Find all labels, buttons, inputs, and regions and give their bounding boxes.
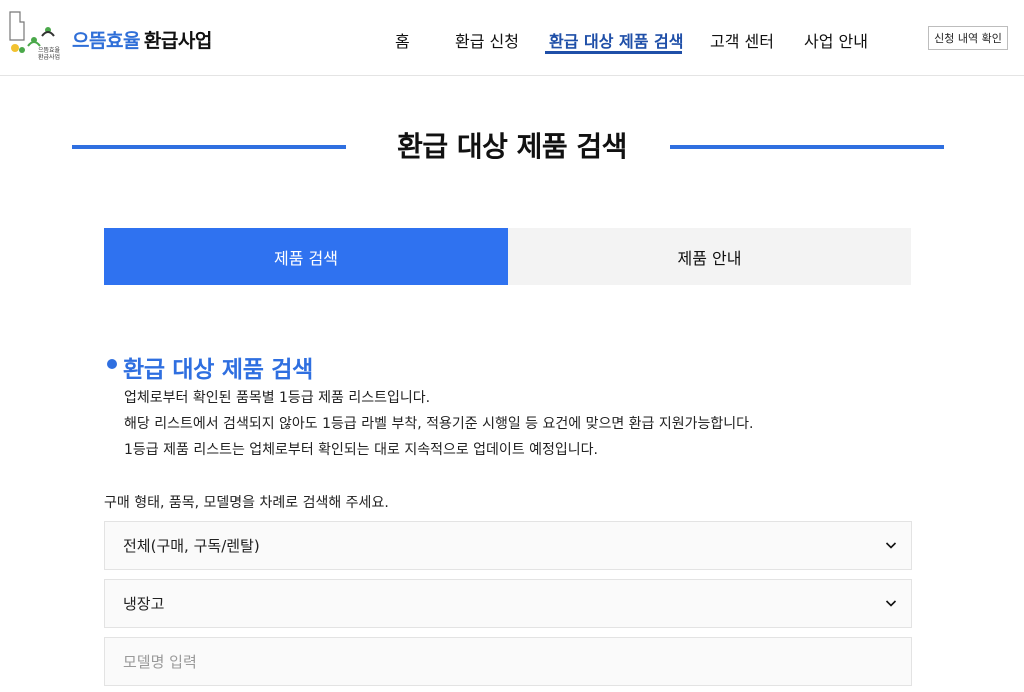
purchase-type-value: 전체(구매, 구독/렌탈) xyxy=(123,537,260,555)
purchase-type-select[interactable]: 전체(구매, 구독/렌탈) xyxy=(104,521,912,570)
model-name-input[interactable]: 모델명 입력 xyxy=(104,637,912,686)
section-bullet xyxy=(107,359,117,369)
brand-name-part2: 환급사업 xyxy=(143,30,212,52)
brand-name[interactable]: 으뜸효율 환급사업 xyxy=(72,26,212,53)
page-title: 환급 대상 제품 검색 xyxy=(397,130,627,163)
check-application-button[interactable]: 신청 내역 확인 xyxy=(928,26,1008,50)
nav-active-underline xyxy=(545,51,682,54)
nav-customer-center[interactable]: 고객 센터 xyxy=(710,28,774,52)
chevron-down-icon xyxy=(885,600,897,607)
svg-text:으뜸효율: 으뜸효율 xyxy=(38,47,61,54)
nav-rebate-apply[interactable]: 환급 신청 xyxy=(455,28,519,52)
brand-name-part1: 으뜸효율 xyxy=(72,30,140,52)
brand-logo[interactable]: 으뜸효율 환급사업 xyxy=(8,10,64,62)
nav-product-search[interactable]: 환급 대상 제품 검색 xyxy=(549,28,683,52)
description-line: 1등급 제품 리스트는 업체로부터 확인되는 대로 지속적으로 업데이트 예정입… xyxy=(124,442,598,458)
tab-product-search[interactable]: 제품 검색 xyxy=(104,228,508,285)
logo-icon: 으뜸효율 환급사업 xyxy=(9,11,61,61)
category-value: 냉장고 xyxy=(123,595,165,613)
chevron-down-icon xyxy=(885,542,897,549)
description-line: 해당 리스트에서 검색되지 않아도 1등급 라벨 부착, 적용기준 시행일 등 … xyxy=(124,416,754,432)
description-line: 업체로부터 확인된 품목별 1등급 제품 리스트입니다. xyxy=(124,390,431,406)
model-name-placeholder: 모델명 입력 xyxy=(123,653,197,671)
tab-product-info[interactable]: 제품 안내 xyxy=(508,228,911,285)
category-select[interactable]: 냉장고 xyxy=(104,579,912,628)
search-guide-text: 구매 형태, 품목, 모델명을 차례로 검색해 주세요. xyxy=(104,495,389,511)
site-header: 으뜸효율 환급사업 으뜸효율 환급사업 홈 환급 신청 환급 대상 제품 검색 고… xyxy=(0,0,1024,76)
section-title: 환급 대상 제품 검색 xyxy=(123,357,314,383)
nav-program-info[interactable]: 사업 안내 xyxy=(804,28,868,52)
nav-home[interactable]: 홈 xyxy=(395,28,410,52)
svg-text:환급사업: 환급사업 xyxy=(38,53,60,61)
